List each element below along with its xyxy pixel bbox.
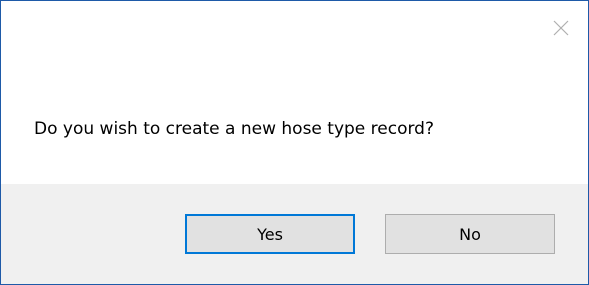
no-button[interactable]: No [385,214,555,254]
dialog-message: Do you wish to create a new hose type re… [34,119,434,139]
yes-button[interactable]: Yes [185,214,355,254]
dialog-button-bar: Yes No [1,184,588,284]
message-dialog: Do you wish to create a new hose type re… [0,0,589,285]
close-icon [553,20,569,36]
close-button[interactable] [544,11,578,45]
